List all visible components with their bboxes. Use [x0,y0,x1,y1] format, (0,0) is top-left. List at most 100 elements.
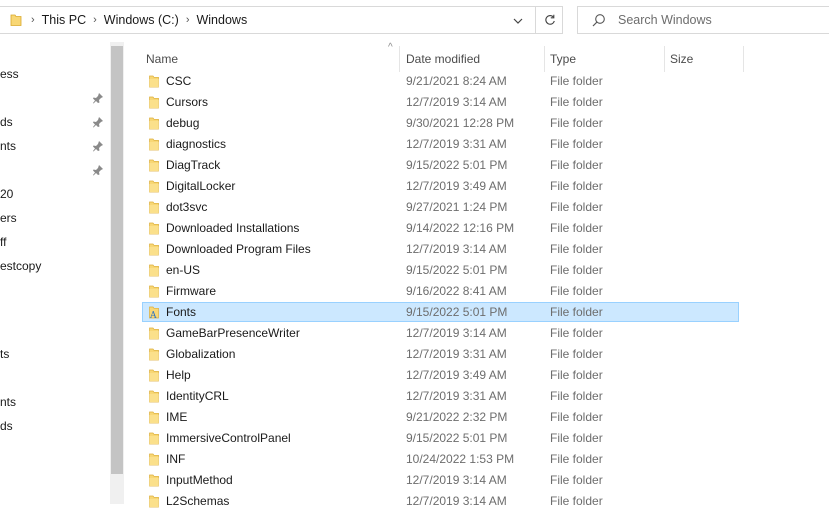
nav-item[interactable]: 20 [0,184,106,204]
nav-item-label: nts [0,395,17,409]
file-row[interactable]: IME 9/21/2022 2:32 PM File folder [124,407,829,428]
file-name: DiagTrack [166,158,221,172]
file-type: File folder [550,431,603,445]
file-date-modified: 12/7/2019 3:14 AM [406,242,507,256]
file-type: File folder [550,494,603,508]
file-name: Downloaded Program Files [166,242,311,256]
nav-item[interactable]: nts [0,136,106,156]
file-row[interactable]: IdentityCRL 12/7/2019 3:31 AM File folder [124,386,829,407]
nav-item[interactable] [0,160,106,180]
file-name: en-US [166,263,201,277]
folder-icon [148,411,160,427]
column-header-date-modified[interactable]: Date modified [406,50,480,72]
file-row[interactable]: diagnostics 12/7/2019 3:31 AM File folder [124,134,829,155]
file-row[interactable]: dot3svc 9/27/2021 1:24 PM File folder [124,197,829,218]
breadcrumb-item[interactable]: This PC [42,13,86,27]
file-row[interactable]: Firmware 9/16/2022 8:41 AM File folder [124,281,829,302]
file-date-modified: 10/24/2022 1:53 PM [406,452,515,466]
file-name: diagnostics [166,137,227,151]
nav-item[interactable]: ts [0,344,106,364]
column-header-size[interactable]: Size [670,50,693,72]
file-row[interactable]: Help 12/7/2019 3:49 AM File folder [124,365,829,386]
file-name: debug [166,116,200,130]
nav-item-label: ess [0,67,19,81]
nav-scrollbar-thumb[interactable] [111,46,123,474]
file-row[interactable]: Cursors 12/7/2019 3:14 AM File folder [124,92,829,113]
chevron-right-icon[interactable]: › [186,14,190,26]
chevron-right-icon[interactable]: › [31,14,35,26]
file-row[interactable]: InputMethod 12/7/2019 3:14 AM File folder [124,470,829,491]
folder-icon [10,13,22,30]
file-date-modified: 9/14/2022 12:16 PM [406,221,515,235]
file-name: Downloaded Installations [166,221,300,235]
nav-item-label: nts [0,139,17,153]
search-box[interactable]: Search Windows [577,6,829,34]
file-row[interactable]: DigitalLocker 12/7/2019 3:49 AM File folde… [124,176,829,197]
folder-icon [148,201,160,217]
nav-item[interactable]: nts [0,392,106,412]
file-date-modified: 12/7/2019 3:14 AM [406,494,507,508]
file-row[interactable]: Downloaded Installations 9/14/2022 12:16 … [124,218,829,239]
folder-icon [148,159,160,175]
file-type: File folder [550,137,603,151]
file-row[interactable]: DiagTrack 9/15/2022 5:01 PM File folder [124,155,829,176]
chevron-down-icon[interactable] [508,13,528,29]
address-bar[interactable]: › This PC › Windows (C:) › Windows [0,6,563,34]
file-row[interactable]: INF 10/24/2022 1:53 PM File folder [124,449,829,470]
refresh-button[interactable] [535,7,563,33]
nav-item[interactable]: ds [0,416,106,436]
file-name: DigitalLocker [166,179,236,193]
file-date-modified: 9/27/2021 1:24 PM [406,200,508,214]
nav-item[interactable]: ers [0,208,106,228]
breadcrumb-item[interactable]: Windows (C:) [104,13,179,27]
nav-item[interactable] [0,280,106,300]
column-header-name[interactable]: Name [146,50,178,72]
nav-item[interactable]: ds [0,112,106,132]
file-list: CSC 9/21/2021 8:24 AM File folder Cursors 12… [124,71,829,512]
file-type: File folder [550,368,603,382]
pin-icon [92,116,104,128]
column-divider[interactable] [743,46,744,72]
top-bar: › This PC › Windows (C:) › Windows Search Win… [0,0,829,42]
search-input[interactable]: Search Windows [618,13,712,27]
file-row[interactable]: Globalization 12/7/2019 3:31 AM File folde… [124,344,829,365]
nav-item-label: ers [0,211,17,225]
nav-item[interactable] [0,304,106,324]
file-date-modified: 12/7/2019 3:31 AM [406,347,507,361]
nav-item-label: 20 [0,187,14,201]
file-type: File folder [550,473,603,487]
navigation-pane: ess ds nts 20 ers ff estcopy ts nts ds [0,42,110,504]
column-header-type[interactable]: Type [550,50,576,72]
file-row[interactable]: L2Schemas 12/7/2019 3:14 AM File folder [124,491,829,512]
folder-icon [148,495,160,511]
nav-item-label: ff [0,235,7,249]
file-date-modified: 12/7/2019 3:14 AM [406,473,507,487]
file-date-modified: 12/7/2019 3:14 AM [406,326,507,340]
file-row[interactable]: Downloaded Program Files 12/7/2019 3:14 A… [124,239,829,260]
nav-item[interactable]: estcopy [0,256,106,276]
column-divider[interactable] [399,46,400,72]
column-divider[interactable] [664,46,665,72]
nav-item[interactable] [0,88,106,108]
nav-item[interactable] [0,368,106,388]
nav-item-label: ds [0,419,13,433]
file-row[interactable]: A Fonts 9/15/2022 5:01 PM File folder [124,302,829,323]
column-divider[interactable] [544,46,545,72]
nav-item[interactable]: ess [0,64,106,84]
file-date-modified: 9/15/2022 5:01 PM [406,431,508,445]
file-row[interactable]: CSC 9/21/2021 8:24 AM File folder [124,71,829,92]
folder-icon [148,264,160,280]
file-row[interactable]: ImmersiveControlPanel 9/15/2022 5:01 PM Fi… [124,428,829,449]
pin-icon [92,164,104,176]
file-row[interactable]: en-US 9/15/2022 5:01 PM File folder [124,260,829,281]
breadcrumb-item[interactable]: Windows [196,13,247,27]
chevron-right-icon[interactable]: › [93,14,97,26]
column-header-row: ^ Name Date modified Type Size [124,42,829,73]
file-date-modified: 9/21/2021 8:24 AM [406,74,507,88]
file-name: IdentityCRL [166,389,229,403]
folder-icon [148,474,160,490]
file-date-modified: 12/7/2019 3:14 AM [406,95,507,109]
file-row[interactable]: GameBarPresenceWriter 12/7/2019 3:14 AM Fi… [124,323,829,344]
nav-item[interactable]: ff [0,232,106,252]
file-row[interactable]: debug 9/30/2021 12:28 PM File folder [124,113,829,134]
